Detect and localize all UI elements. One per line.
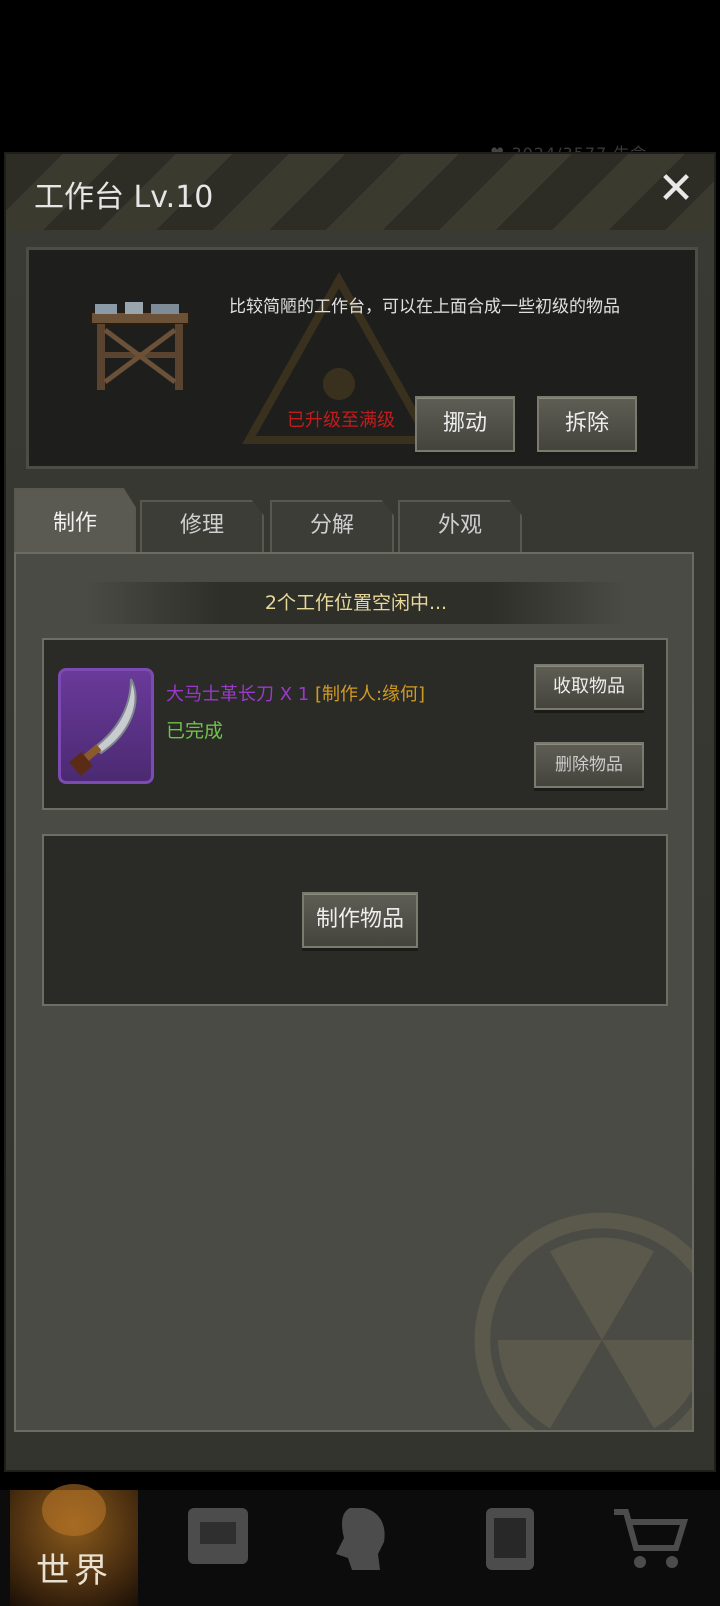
max-level-text: 已升级至满级 (287, 410, 395, 431)
workbench-panel: 工作台 Lv.10 ✕ 比较简陋的工作台，可以在上面合成一些初级的物品 已升级至… (4, 152, 716, 1472)
delete-item-button[interactable]: 删除物品 (534, 742, 644, 788)
tab-make[interactable]: 制作 (14, 488, 136, 554)
panel-title: 工作台 Lv.10 (34, 180, 214, 215)
move-button[interactable]: 挪动 (415, 396, 515, 452)
globe-icon (42, 1484, 106, 1536)
workbench-icon (90, 302, 190, 390)
crafting-slot-2: 制作物品 (42, 834, 668, 1006)
bottom-nav: 世界 (0, 1484, 720, 1606)
maker-text: [制作人:缘何] (314, 684, 426, 705)
nav-world[interactable]: 世界 (10, 1484, 138, 1606)
close-icon[interactable]: ✕ (654, 164, 698, 214)
nav-world-label: 世界 (36, 1551, 112, 1591)
crafting-slot-1: 大马士革长刀 X 1 [制作人:缘何] 已完成 收取物品 删除物品 (42, 638, 668, 810)
title-bar: 工作台 Lv.10 ✕ (6, 154, 714, 230)
tab-appearance[interactable]: 外观 (398, 500, 522, 552)
item-title: 大马士革长刀 X 1 (166, 684, 310, 705)
tab-disassemble[interactable]: 分解 (270, 500, 394, 552)
character-icon (336, 1508, 385, 1570)
craft-item-button[interactable]: 制作物品 (302, 892, 418, 948)
item-status: 已完成 (166, 720, 224, 742)
item-name: 大马士革长刀 X 1 [制作人:缘何] (166, 680, 425, 706)
collect-item-button[interactable]: 收取物品 (534, 664, 644, 710)
nav-shop[interactable] (600, 1490, 700, 1606)
workbench-description: 比较简陋的工作台，可以在上面合成一些初级的物品 (229, 297, 620, 317)
slots-status: 2个工作位置空闲中... (86, 582, 626, 624)
machete-icon[interactable] (58, 668, 154, 784)
phone-icon (486, 1508, 534, 1570)
nav-character[interactable] (312, 1490, 412, 1606)
crafting-content: 2个工作位置空闲中... 大马士革长刀 X 1 [制作人:缘何] 已完成 收取物… (14, 552, 694, 1432)
nav-phone[interactable] (460, 1490, 560, 1606)
radiation-watermark-icon (474, 1212, 692, 1430)
backpack-icon (188, 1508, 248, 1564)
nav-backpack[interactable] (168, 1490, 268, 1606)
tab-repair[interactable]: 修理 (140, 500, 264, 552)
cart-icon (614, 1509, 689, 1568)
workbench-info: 比较简陋的工作台，可以在上面合成一些初级的物品 已升级至满级 挪动 拆除 (26, 247, 698, 469)
demolish-button[interactable]: 拆除 (537, 396, 637, 452)
